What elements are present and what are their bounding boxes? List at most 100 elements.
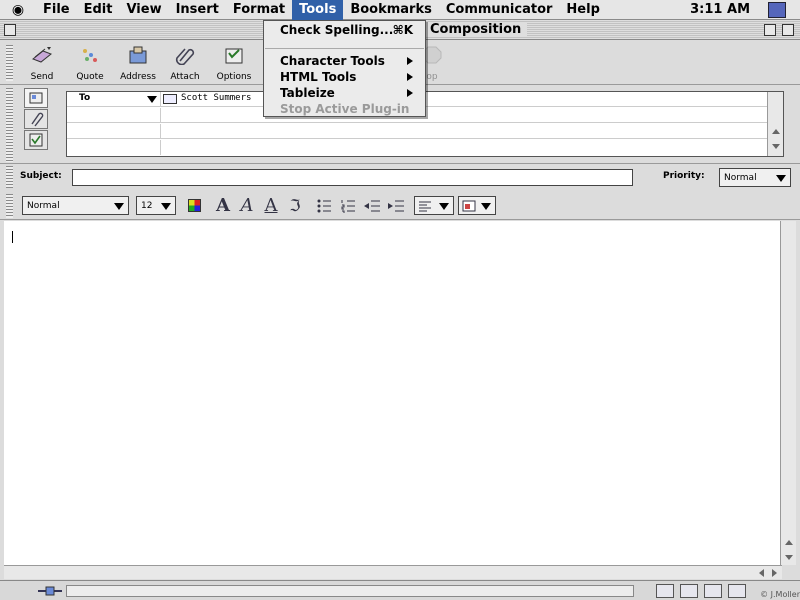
tab-attachments[interactable] xyxy=(24,109,48,129)
submenu-arrow-icon xyxy=(407,73,413,81)
font-size-select[interactable]: 12 xyxy=(136,196,176,215)
chevron-down-icon xyxy=(114,203,124,210)
application-menu-icon[interactable] xyxy=(768,2,786,18)
format-collapse-grip[interactable] xyxy=(6,194,13,218)
body-vertical-scrollbar[interactable] xyxy=(780,221,796,565)
subject-collapse-grip[interactable] xyxy=(6,166,13,188)
send-icon xyxy=(32,47,52,63)
copyright-watermark: © J.Moller xyxy=(760,590,800,599)
numbered-list-icon[interactable] xyxy=(338,196,358,216)
menu-item-check-spelling[interactable]: Check Spelling... ⌘K xyxy=(264,22,425,38)
priority-label: Priority: xyxy=(663,171,705,181)
attach-button[interactable]: Attach xyxy=(161,43,209,82)
menu-help[interactable]: Help xyxy=(559,0,606,20)
bold-icon[interactable]: A xyxy=(213,196,233,216)
tools-menu-dropdown: Check Spelling... ⌘K Character Tools HTM… xyxy=(263,20,426,117)
format-toolbar: Normal 12 A A A ℑ xyxy=(0,192,800,220)
paragraph-style-select[interactable]: Normal xyxy=(22,196,129,215)
menu-edit[interactable]: Edit xyxy=(77,0,120,20)
address-button[interactable]: Address xyxy=(114,43,162,82)
navigator-icon[interactable] xyxy=(656,584,674,598)
quote-icon xyxy=(83,49,97,62)
outdent-icon[interactable] xyxy=(362,196,382,216)
address-card-icon xyxy=(29,92,43,104)
address-collapse-grip[interactable] xyxy=(6,88,13,162)
subject-input[interactable] xyxy=(72,169,633,186)
underline-icon[interactable]: A xyxy=(261,196,281,216)
menu-clock[interactable]: 3:11 AM xyxy=(690,0,750,20)
options-button[interactable]: Options xyxy=(210,43,258,82)
address-type-popup[interactable]: To xyxy=(67,92,161,107)
menu-item-character-tools[interactable]: Character Tools xyxy=(264,53,425,69)
options-tab-icon xyxy=(29,133,43,147)
toolbar-collapse-grip[interactable] xyxy=(6,45,13,81)
menu-item-tableize[interactable]: Tableize xyxy=(264,85,425,101)
menu-format[interactable]: Format xyxy=(226,0,292,20)
menu-communicator[interactable]: Communicator xyxy=(439,0,560,20)
menu-item-label: Check Spelling... xyxy=(280,23,394,37)
zoom-box-icon[interactable] xyxy=(764,24,776,36)
address-type-cell xyxy=(67,124,161,139)
priority-value: Normal xyxy=(724,173,757,183)
address-row[interactable] xyxy=(67,140,767,155)
menu-item-stop-active-plugin: Stop Active Plug-in xyxy=(264,101,425,117)
submenu-arrow-icon xyxy=(407,89,413,97)
address-card-icon xyxy=(163,94,177,104)
menu-item-label: HTML Tools xyxy=(280,70,357,84)
status-text-area xyxy=(66,585,634,597)
inbox-icon[interactable] xyxy=(680,584,698,598)
composer-icon[interactable] xyxy=(728,584,746,598)
chevron-down-icon xyxy=(439,203,449,210)
menu-item-html-tools[interactable]: HTML Tools xyxy=(264,69,425,85)
address-book-icon xyxy=(129,46,147,64)
send-button[interactable]: Send xyxy=(18,43,66,82)
text-caret xyxy=(12,231,13,243)
chevron-down-icon xyxy=(161,203,171,210)
menu-item-shortcut: ⌘K xyxy=(392,23,413,37)
chevron-down-icon xyxy=(481,203,491,210)
attachment-tab-icon xyxy=(31,112,44,127)
message-body-editor[interactable] xyxy=(4,221,782,565)
menu-view[interactable]: View xyxy=(119,0,168,20)
apple-menu-icon[interactable]: ◉ xyxy=(0,2,36,18)
address-scrollbar[interactable] xyxy=(767,92,783,156)
menu-bar: ◉ File Edit View Insert Format Tools Boo… xyxy=(0,0,800,20)
recipient-field[interactable]: Scott Summers xyxy=(181,93,251,103)
align-left-icon xyxy=(419,201,431,212)
menu-insert[interactable]: Insert xyxy=(169,0,226,20)
options-icon xyxy=(225,48,243,64)
subject-label: Subject: xyxy=(20,171,62,181)
quote-button[interactable]: Quote xyxy=(66,43,114,82)
address-type-cell xyxy=(67,140,161,155)
address-type-label: To xyxy=(79,93,91,103)
paragraph-style-value: Normal xyxy=(27,201,60,211)
tab-options[interactable] xyxy=(24,130,48,150)
discussions-icon[interactable] xyxy=(704,584,722,598)
chevron-down-icon xyxy=(776,175,786,182)
italic-icon[interactable]: A xyxy=(237,196,257,216)
menu-tools[interactable]: Tools xyxy=(292,0,344,20)
body-horizontal-scrollbar[interactable] xyxy=(4,565,782,579)
scroll-arrows-icon xyxy=(785,540,793,560)
address-row[interactable] xyxy=(67,124,767,139)
remove-styles-icon[interactable]: ℑ xyxy=(285,196,305,216)
status-bar: © J.Moller xyxy=(0,580,800,600)
priority-select[interactable]: Normal xyxy=(719,168,791,187)
menu-file[interactable]: File xyxy=(36,0,77,20)
scroll-arrows-icon xyxy=(759,569,777,577)
tab-address[interactable] xyxy=(24,88,48,108)
menu-bookmarks[interactable]: Bookmarks xyxy=(343,0,439,20)
indent-icon[interactable] xyxy=(386,196,406,216)
window-title: Composition xyxy=(424,22,528,37)
collapse-box-icon[interactable] xyxy=(782,24,794,36)
chevron-down-icon xyxy=(147,96,157,103)
security-plug-icon[interactable] xyxy=(36,585,64,597)
insert-object-select[interactable] xyxy=(458,196,496,215)
bullet-list-icon[interactable] xyxy=(314,196,334,216)
text-color-icon[interactable] xyxy=(188,199,201,212)
alignment-select[interactable] xyxy=(414,196,454,215)
submenu-arrow-icon xyxy=(407,57,413,65)
subject-bar: Subject: Priority: Normal xyxy=(0,166,800,190)
address-type-cell xyxy=(67,108,161,123)
close-box-icon[interactable] xyxy=(4,24,16,36)
